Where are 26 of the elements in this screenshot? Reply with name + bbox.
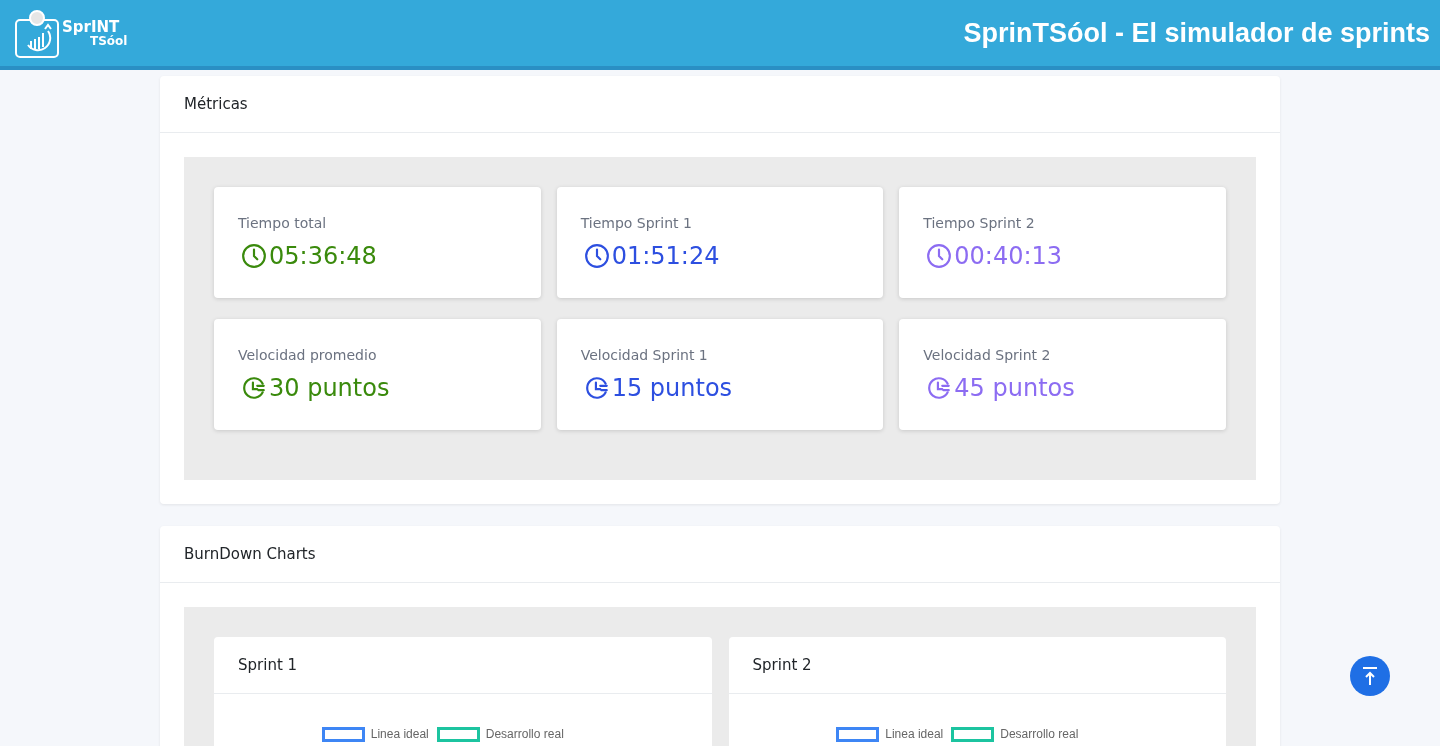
metric-label: Velocidad promedio [238,346,378,365]
metric-value: 05:36:48 [269,241,377,272]
scroll-to-top-button[interactable] [1350,656,1390,696]
legend-label: Desarrollo real [1000,726,1079,743]
chart-title: Sprint 2 [752,654,812,676]
metric-label: Tiempo total [238,214,328,233]
logo-icon [14,7,60,59]
panel-title: Métricas [184,93,248,115]
metric-value: 30 puntos [269,373,390,404]
metric-value: 00:40:13 [954,241,1063,272]
logo-text: TSóol [90,34,128,47]
metric-label: Tiempo Sprint 1 [580,214,693,233]
metric-label: Tiempo Sprint 2 [923,214,1036,233]
panel-title: BurnDown Charts [184,543,316,565]
legend-label: Desarrollo real [485,726,564,743]
chart-title: Sprint 1 [238,654,298,676]
legend-label: Linea ideal [370,726,429,743]
app-title: SprinTSóol - El simulador de sprints [963,16,1430,50]
metric-value: 45 puntos [954,373,1075,404]
legend-label: Linea ideal [885,726,944,743]
metric-value: 01:51:24 [611,241,720,272]
metric-value: 15 puntos [611,373,733,404]
logo-text: SprINT [62,19,120,35]
metric-label: Velocidad Sprint 2 [923,346,1052,365]
arrow-up-icon [1361,666,1379,686]
metric-label: Velocidad Sprint 1 [580,346,709,365]
